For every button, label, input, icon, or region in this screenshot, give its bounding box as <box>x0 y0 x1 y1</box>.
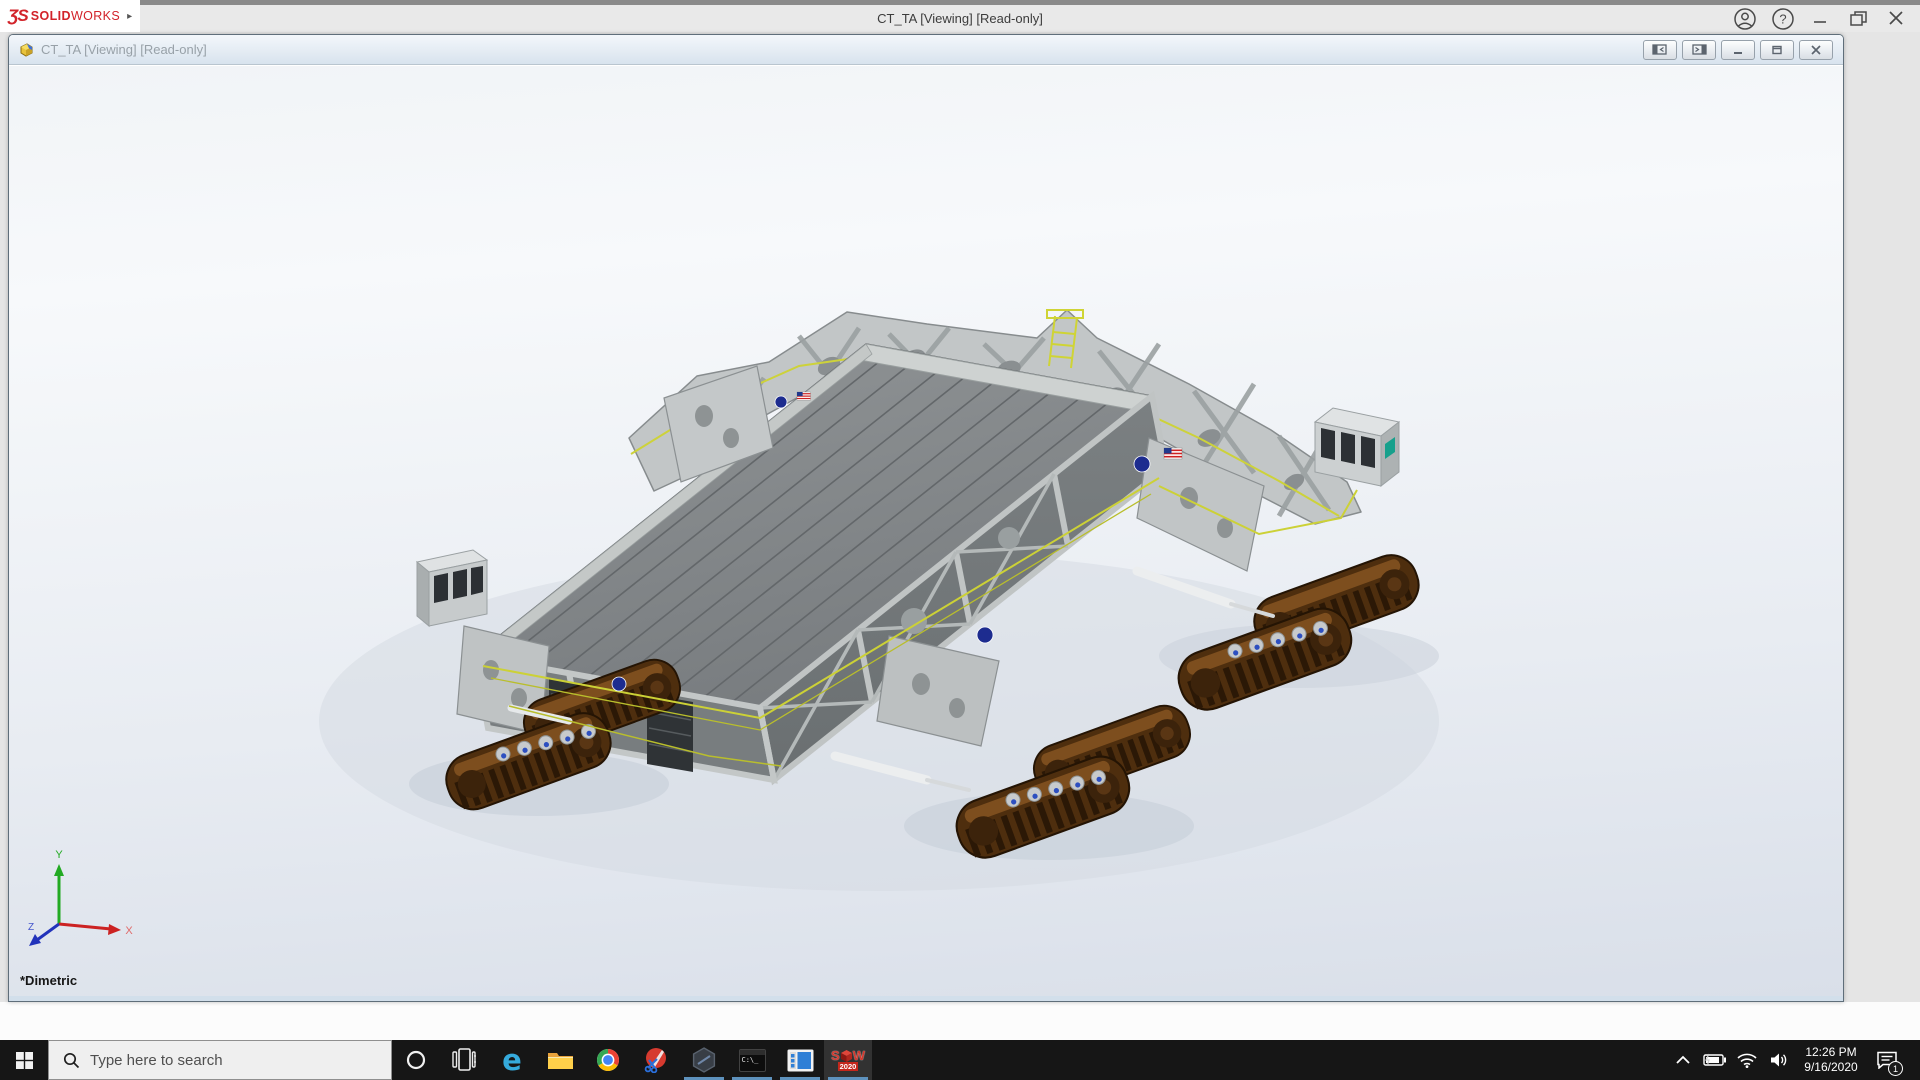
system-tray: 12:26 PM 9/16/2020 1 <box>1670 1040 1920 1080</box>
orientation-triad: Y X Z <box>23 846 143 956</box>
tray-chevron-button[interactable] <box>1670 1040 1696 1080</box>
app-window-controls: ? <box>1732 5 1910 32</box>
crawler-model <box>9 66 1843 996</box>
desktop-screen: ƷS SOLIDWORKS ▸ CT_TA [Viewing] [Read-on… <box>0 0 1920 1080</box>
start-button[interactable] <box>0 1040 48 1080</box>
clock-date: 9/16/2020 <box>1798 1060 1864 1075</box>
right-cab <box>1315 408 1399 486</box>
solidworks-logo-text: SOLIDWORKS <box>31 9 120 23</box>
cortana-icon <box>405 1049 427 1071</box>
chrome-button[interactable] <box>584 1040 632 1080</box>
graphics-viewport[interactable]: Y X Z *Dimetric <box>9 66 1843 996</box>
chrome-icon <box>595 1047 621 1073</box>
task-view-icon <box>452 1048 476 1072</box>
left-cab <box>417 550 487 626</box>
edge-button[interactable]: e <box>488 1040 536 1080</box>
edge-icon: e <box>502 1047 522 1073</box>
show-right-pane-button[interactable] <box>1682 40 1716 60</box>
windows-logo-icon <box>16 1052 33 1069</box>
clock[interactable]: 12:26 PM 9/16/2020 <box>1798 1045 1864 1075</box>
svg-text:?: ? <box>1779 11 1786 26</box>
action-center-button[interactable]: 1 <box>1870 1040 1904 1080</box>
menu-expand-arrow-icon[interactable]: ▸ <box>127 11 132 22</box>
battery-icon <box>1703 1053 1727 1067</box>
document-titlebar[interactable]: CT_TA [Viewing] [Read-only] <box>9 35 1843 65</box>
minimize-button[interactable] <box>1808 7 1834 31</box>
document-title: CT_TA [Viewing] [Read-only] <box>41 42 1643 57</box>
volume-button[interactable] <box>1766 1040 1792 1080</box>
triad-y-label: Y <box>55 849 63 861</box>
document-close-button[interactable] <box>1799 40 1833 60</box>
file-explorer-button[interactable] <box>536 1040 584 1080</box>
notification-badge: 1 <box>1888 1061 1903 1076</box>
speaker-icon <box>1770 1052 1789 1068</box>
wifi-icon <box>1737 1053 1757 1068</box>
blue-window-app-button[interactable] <box>776 1040 824 1080</box>
battery-button[interactable] <box>1702 1040 1728 1080</box>
cortana-button[interactable] <box>392 1040 440 1080</box>
search-icon <box>63 1052 80 1069</box>
document-window-controls <box>1643 40 1833 60</box>
triad-z-label: Z <box>28 922 34 933</box>
restore-button[interactable] <box>1846 7 1872 31</box>
triad-x-label: X <box>125 925 133 937</box>
taskbar-empty-area <box>872 1040 1670 1080</box>
app-titlebar: ƷS SOLIDWORKS ▸ CT_TA [Viewing] [Read-on… <box>0 0 1920 32</box>
document-window: CT_TA [Viewing] [Read-only] <box>8 34 1844 1002</box>
solidworks-logo[interactable]: ƷS SOLIDWORKS ▸ <box>0 0 140 32</box>
solidworks-logo-mark: ƷS <box>8 6 28 26</box>
below-window-strip <box>0 1002 1920 1040</box>
snipping-tool-button[interactable] <box>632 1040 680 1080</box>
solidworks-2020-icon: S W 2020 <box>831 1050 865 1071</box>
hexagon-app-icon <box>691 1047 717 1073</box>
hexagon-app-button[interactable] <box>680 1040 728 1080</box>
wifi-button[interactable] <box>1734 1040 1760 1080</box>
taskbar: e <box>0 1040 1920 1080</box>
clock-time: 12:26 PM <box>1798 1045 1864 1060</box>
document-minimize-button[interactable] <box>1721 40 1755 60</box>
solidworks-cube-icon <box>841 1050 852 1062</box>
help-icon[interactable]: ? <box>1770 7 1796 31</box>
search-input[interactable] <box>90 1052 350 1069</box>
file-explorer-icon <box>547 1049 574 1071</box>
blue-window-app-icon <box>787 1049 814 1072</box>
taskbar-search[interactable] <box>48 1040 392 1080</box>
snipping-tool-icon <box>643 1047 669 1073</box>
document-window-bottom-strip <box>9 996 1843 1002</box>
show-left-pane-button[interactable] <box>1643 40 1677 60</box>
document-restore-button[interactable] <box>1760 40 1794 60</box>
command-prompt-button[interactable]: C:\_ <box>728 1040 776 1080</box>
view-orientation-label: *Dimetric <box>20 973 77 988</box>
command-prompt-icon: C:\_ <box>739 1049 766 1072</box>
chevron-up-icon <box>1675 1055 1691 1065</box>
solidworks-part-icon <box>17 41 35 59</box>
solidworks-2020-button[interactable]: S W 2020 <box>824 1040 872 1080</box>
app-title: CT_TA [Viewing] [Read-only] <box>0 5 1920 32</box>
task-view-button[interactable] <box>440 1040 488 1080</box>
account-icon[interactable] <box>1732 7 1758 31</box>
close-button[interactable] <box>1884 7 1910 31</box>
